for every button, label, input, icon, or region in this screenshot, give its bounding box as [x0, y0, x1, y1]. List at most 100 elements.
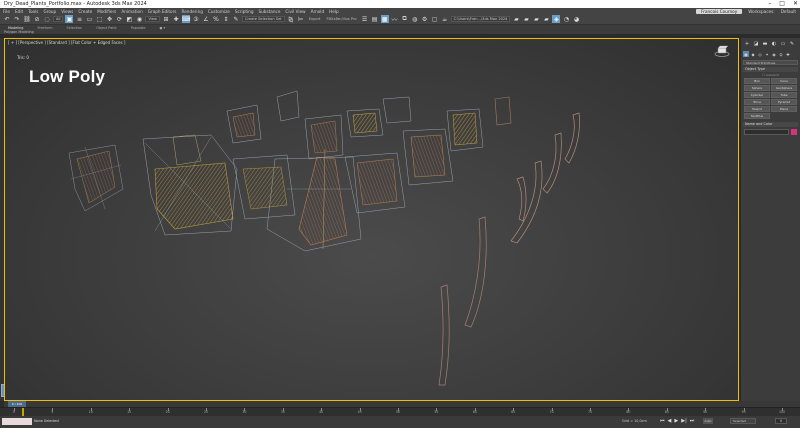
ribbon-toggle-icon[interactable]: ▦ — [380, 15, 389, 23]
utilities-tab-icon[interactable]: ✎ — [788, 41, 796, 47]
place-icon[interactable]: ◉ — [135, 15, 143, 23]
folder-browse-icon[interactable]: ▰ — [542, 15, 550, 23]
render-setup-icon[interactable]: ⚙ — [421, 15, 429, 23]
geosphere-button[interactable]: GeoSphere — [771, 85, 797, 91]
plane-button[interactable]: Plane — [771, 106, 797, 112]
scene-explorer-icon[interactable]: ▤ — [371, 15, 379, 23]
primitive-type-dropdown[interactable]: Standard Primitives — [743, 60, 798, 65]
play-icon[interactable]: ▶ — [674, 418, 678, 424]
menu-file[interactable]: File — [3, 9, 10, 14]
menu-modifiers[interactable]: Modifiers — [97, 9, 116, 14]
viewport-label[interactable]: [ + ] [Perspective ] [Standard ] [Flat C… — [8, 40, 125, 45]
viewcube-icon[interactable] — [714, 45, 730, 57]
cone-button[interactable]: Cone — [771, 78, 797, 84]
tab-selection[interactable]: Selection — [67, 26, 83, 30]
track-bar[interactable]: 0 5 10 15 20 25 30 35 40 45 50 55 60 65 70 75 80 85 90 95 10… — [0, 407, 800, 417]
reference-coord-dropdown[interactable]: View — [145, 16, 160, 22]
teapot-button[interactable]: Teapot — [744, 106, 770, 112]
pivot-icon[interactable]: ⊞ — [162, 15, 170, 23]
select-manipulate-icon[interactable]: ✚ — [172, 15, 180, 23]
torus-button[interactable]: Torus — [744, 99, 770, 105]
menu-animation[interactable]: Animation — [121, 9, 142, 14]
mirror-icon[interactable]: ⧎ — [287, 15, 295, 23]
box-button[interactable]: Box — [744, 78, 770, 84]
menu-graph-editors[interactable]: Graph Editors — [148, 9, 177, 14]
undo-icon[interactable]: ↶ — [3, 15, 11, 23]
auto-key-button[interactable]: Auto — [703, 418, 713, 424]
lights-icon[interactable]: ◎ — [757, 51, 763, 57]
go-to-start-icon[interactable]: ⏮ — [660, 418, 665, 424]
textplus-button[interactable]: TextPlus — [744, 113, 770, 119]
object-type-rollout[interactable]: Object Type — [743, 67, 798, 72]
maximize-button[interactable]: □ — [779, 0, 785, 8]
folder-save-icon[interactable]: ▰ — [532, 15, 540, 23]
ribbon-options-icon[interactable]: ● ▾ — [159, 26, 165, 30]
hierarchy-tab-icon[interactable]: ▬ — [761, 41, 769, 47]
key-filter-dropdown[interactable]: Selected — [730, 418, 756, 424]
systems-icon[interactable]: ✚ — [785, 51, 791, 57]
arnold-light-icon[interactable]: ◔ — [562, 15, 570, 23]
geometry-icon[interactable]: ● — [743, 51, 749, 57]
menu-arnold[interactable]: Arnold — [311, 9, 325, 14]
select-by-name-icon[interactable]: ≡ — [75, 15, 83, 23]
menu-tools[interactable]: Tools — [28, 9, 38, 14]
previous-frame-icon[interactable]: ◀ — [668, 418, 672, 424]
account-button[interactable]: Francois Cournoy — [696, 8, 743, 14]
menu-rendering[interactable]: Rendering — [182, 9, 203, 14]
rotate-icon[interactable]: ⟳ — [115, 15, 123, 23]
schematic-view-icon[interactable]: ⧉ — [401, 15, 409, 23]
current-frame-input[interactable]: 0 — [775, 418, 787, 424]
scale-icon[interactable]: ◩ — [125, 15, 133, 23]
project-path-dropdown[interactable]: C:\Users\Fran...\3ds Max 2024 — [450, 16, 511, 22]
named-selection-dropdown[interactable]: Create Selection Set — [242, 16, 285, 22]
redo-icon[interactable]: ↷ — [13, 15, 21, 23]
perspective-viewport[interactable]: [ + ] [Perspective ] [Standard ] [Flat C… — [4, 38, 739, 401]
ribbon-subpanel[interactable]: Polygon Modeling — [0, 30, 800, 35]
create-tab-icon[interactable]: + — [743, 41, 751, 47]
tab-freeform[interactable]: Freeform — [37, 26, 52, 30]
menu-substance[interactable]: Substance — [259, 9, 281, 14]
menu-views[interactable]: Views — [61, 9, 73, 14]
selection-filter-dropdown[interactable]: All — [53, 16, 64, 22]
workspace-dropdown[interactable]: Default — [781, 9, 796, 14]
spinner-snap-icon[interactable]: ⇕ — [222, 15, 230, 23]
object-color-swatch[interactable] — [791, 129, 797, 135]
angle-snap-icon[interactable]: ∠ — [202, 15, 210, 23]
rendered-frame-icon[interactable]: ▢ — [431, 15, 439, 23]
tab-object-paint[interactable]: Object Paint — [96, 26, 117, 30]
folder-open-icon[interactable]: ▰ — [512, 15, 520, 23]
window-crossing-icon[interactable]: ⬚ — [95, 15, 103, 23]
material-editor-icon[interactable]: ◍ — [411, 15, 419, 23]
menu-scripting[interactable]: Scripting — [235, 9, 254, 14]
cameras-icon[interactable]: ✦ — [764, 51, 770, 57]
next-frame-icon[interactable]: ▶| — [681, 418, 687, 424]
modify-tab-icon[interactable]: ◪ — [752, 41, 760, 47]
pyramid-button[interactable]: Pyramid — [771, 99, 797, 105]
menu-edit[interactable]: Edit — [15, 9, 23, 14]
name-color-rollout[interactable]: Name and Color — [743, 122, 798, 127]
curve-editor-icon[interactable]: 〰 — [391, 15, 399, 24]
cylinder-button[interactable]: Cylinder — [744, 92, 770, 98]
tab-modeling[interactable]: Modeling — [8, 26, 23, 30]
menu-customize[interactable]: Customize — [208, 9, 230, 14]
menu-civil-view[interactable]: Civil View — [285, 9, 305, 14]
layer-manager-icon[interactable]: ☰ — [361, 15, 369, 23]
shapes-icon[interactable]: ◆ — [750, 51, 756, 57]
export-label[interactable]: Export — [307, 17, 323, 21]
folder-project-icon[interactable]: ▰ — [522, 15, 530, 23]
link-icon[interactable]: ⛓ — [23, 15, 31, 23]
motion-tab-icon[interactable]: ◐ — [770, 41, 778, 47]
object-name-input[interactable] — [744, 129, 789, 135]
render-preset[interactable]: FBXx8e:/Illus Pro — [324, 17, 358, 21]
unlink-icon[interactable]: ⊘ — [33, 15, 41, 23]
maxscript-listener[interactable] — [2, 418, 32, 425]
menu-create[interactable]: Create — [78, 9, 92, 14]
percent-snap-icon[interactable]: % — [212, 15, 220, 23]
tab-populate[interactable]: Populate — [131, 26, 146, 30]
arnold-ipr-icon[interactable]: ◕ — [572, 15, 580, 23]
align-icon[interactable]: ⊨ — [297, 15, 305, 23]
arnold-render-icon[interactable]: ◈ — [552, 15, 561, 23]
bind-icon[interactable]: ◌ — [43, 15, 51, 23]
minimize-button[interactable]: – — [768, 0, 771, 8]
spacewarps-icon[interactable]: ⛭ — [778, 51, 784, 57]
